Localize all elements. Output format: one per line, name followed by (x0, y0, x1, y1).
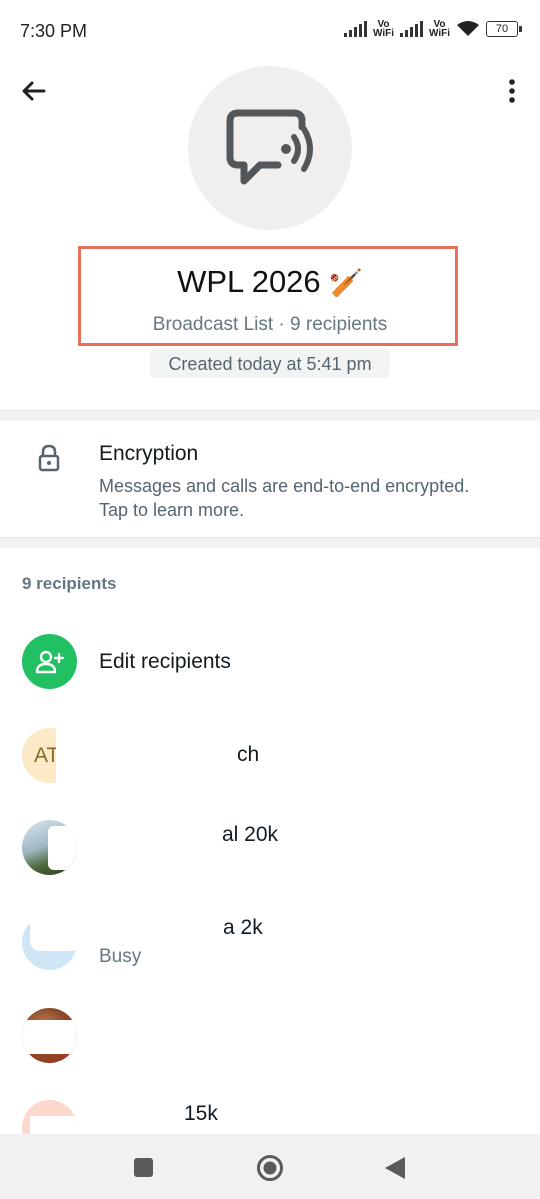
recipient-avatar: AT (22, 728, 77, 783)
square-icon[interactable] (134, 1158, 153, 1177)
recipient-name: al 20k (222, 823, 279, 846)
broadcast-avatar[interactable] (188, 66, 352, 230)
arrow-left-icon (22, 81, 46, 101)
recipient-name: a 2k (223, 916, 263, 939)
encryption-title: Encryption (99, 442, 199, 465)
recipient-name: ch (237, 743, 260, 766)
cricket-emoji: 🏏 (329, 268, 363, 298)
recipient-row[interactable]: AT ch (0, 728, 540, 808)
section-divider-2 (0, 537, 540, 548)
triangle-back-icon[interactable] (383, 1155, 407, 1181)
edit-recipients-row[interactable]: Edit recipients (0, 634, 540, 694)
status-time: 7:30 PM (20, 21, 88, 41)
system-nav-bar (0, 1134, 540, 1199)
wifi-icon (457, 21, 479, 36)
recipient-avatar (22, 820, 77, 875)
edit-recipients-label: Edit recipients (99, 650, 231, 673)
signal-icon-2 (399, 21, 423, 37)
battery-icon: 70 (486, 21, 522, 37)
section-divider (0, 410, 540, 421)
edit-recipients-avatar (22, 634, 77, 689)
redaction-overlay (30, 915, 77, 951)
vowifi-label: Vo WiFi (372, 19, 394, 39)
back-button[interactable] (16, 74, 52, 110)
redaction-overlay (22, 1020, 77, 1054)
recipient-avatar (22, 1008, 77, 1063)
recipient-avatar (22, 915, 77, 970)
redaction-overlay (56, 728, 77, 783)
signal-icon (343, 21, 367, 37)
add-person-icon (35, 650, 64, 673)
recipient-row[interactable]: al 20k (0, 820, 540, 900)
broadcast-title[interactable]: WPL 2026 🏏 (0, 264, 540, 300)
encryption-description: Messages and calls are end-to-end encryp… (99, 476, 470, 520)
recipient-row[interactable]: a 2k Busy (0, 915, 540, 995)
broadcast-title-text: WPL 2026 (177, 264, 321, 299)
redaction-overlay (48, 826, 77, 870)
circle-home-icon[interactable] (256, 1154, 284, 1182)
more-options-button[interactable] (500, 74, 524, 110)
created-timestamp: Created today at 5:41 pm (150, 350, 390, 378)
broadcast-message-icon (226, 109, 313, 185)
lock-icon (38, 444, 60, 472)
status-icons: Vo WiFi Vo WiFi 70 (343, 19, 522, 39)
recipient-row[interactable] (0, 1008, 540, 1088)
vowifi-label-2: Vo WiFi (428, 19, 450, 39)
status-bar: 7:30 PM Vo WiFi Vo WiFi 70 (0, 0, 540, 64)
encryption-row[interactable]: Encryption Messages and calls are end-to… (0, 424, 540, 534)
recipient-name: 15k (184, 1102, 218, 1125)
more-vertical-icon (509, 79, 515, 103)
broadcast-subtitle: Broadcast List · 9 recipients (152, 314, 388, 335)
recipient-status: Busy (99, 946, 142, 967)
recipients-count-label: 9 recipients (22, 574, 117, 593)
